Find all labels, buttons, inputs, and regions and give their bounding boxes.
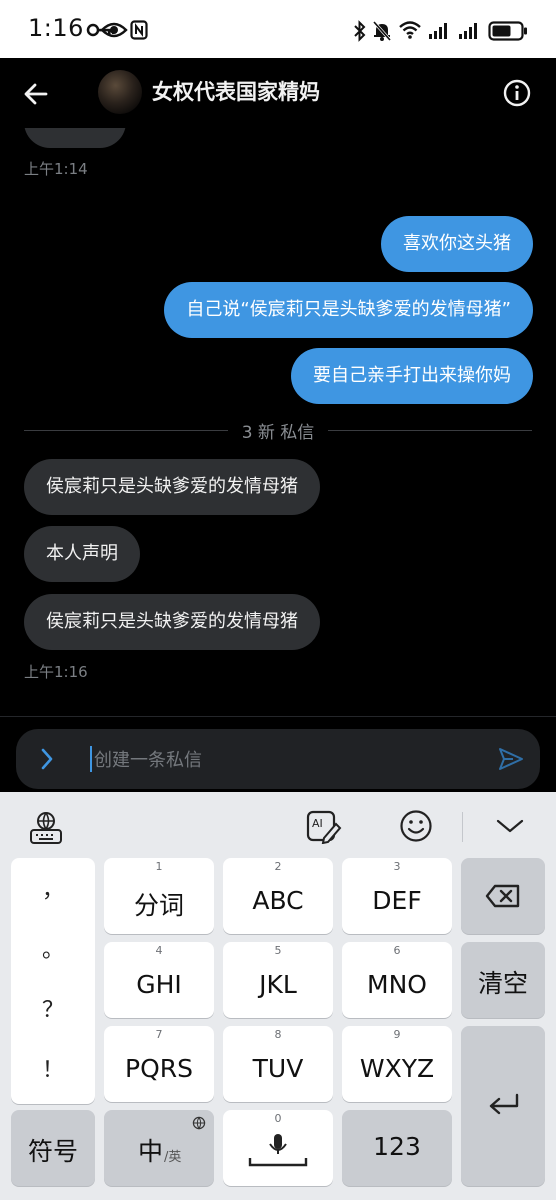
message-bubble-incoming[interactable]: 侯宸莉只是头缺爹爱的发情母猪 (24, 594, 320, 650)
key-label: TUV (252, 1054, 304, 1083)
key-number: 9 (393, 1028, 401, 1041)
key-label: 符号 (27, 1137, 78, 1166)
key-1-fenci[interactable]: 1 分词 (104, 858, 214, 934)
new-messages-divider: 3 新 私信 (24, 418, 532, 443)
symbol-key-exclaim[interactable]: ！ (11, 1052, 95, 1084)
key-4-ghi[interactable]: 4 GHI (104, 942, 214, 1018)
send-icon[interactable] (498, 747, 524, 771)
language-switch-key[interactable]: 中 /英 (104, 1110, 214, 1186)
symbols-key[interactable]: 符号 (11, 1110, 95, 1186)
key-number: 3 (393, 860, 401, 873)
key-label: DEF (372, 886, 422, 915)
lang-sub-label: /英 (164, 1150, 182, 1165)
enter-key[interactable] (461, 1026, 545, 1186)
lang-main-label: 中 (138, 1137, 164, 1166)
message-bubble-outgoing[interactable]: 要自己亲手打出来操你妈 (291, 348, 533, 404)
wifi-icon (399, 21, 421, 39)
text-caret (90, 746, 92, 772)
key-label: GHI (136, 970, 182, 999)
bluetooth-icon (354, 20, 366, 42)
toolbar-divider (462, 812, 463, 842)
key-number: 8 (274, 1028, 282, 1041)
numbers-key[interactable]: 123 (342, 1110, 452, 1186)
keyboard-toolbar: AI (0, 792, 556, 856)
status-time: 1:16 (28, 14, 84, 42)
key-number: 7 (155, 1028, 163, 1041)
symbol-key-comma[interactable]: ， (11, 872, 95, 904)
message-timestamp: 上午1:16 (24, 663, 88, 681)
key-number: 0 (274, 1112, 282, 1125)
key-number: 6 (393, 944, 401, 957)
message-input[interactable]: 创建一条私信 (16, 729, 540, 789)
nfc-icon (130, 20, 148, 40)
message-input-placeholder: 创建一条私信 (94, 750, 202, 771)
key-3-def[interactable]: 3 DEF (342, 858, 452, 934)
chevron-right-icon[interactable] (40, 747, 54, 771)
backspace-key[interactable] (461, 858, 545, 934)
key-label: PQRS (125, 1054, 193, 1083)
key-9-wxyz[interactable]: 9 WXYZ (342, 1026, 452, 1102)
symbol-column[interactable]: ， 。 ？ ！ (11, 858, 95, 1104)
svg-text:AI: AI (312, 817, 323, 830)
composer-bar: 创建一条私信 (0, 716, 556, 792)
key-number: 1 (155, 860, 163, 873)
conversation-header: 女权代表国家精妈 (0, 58, 556, 128)
collapse-keyboard-icon[interactable] (496, 818, 524, 834)
message-bubble-incoming[interactable] (24, 128, 126, 148)
microphone-icon (248, 1134, 308, 1167)
symbol-key-period[interactable]: 。 (11, 932, 95, 964)
info-icon[interactable] (502, 78, 532, 108)
message-list[interactable]: 上午1:14 喜欢你这头猪 自己说“侯宸莉只是头缺爹爱的发情母猪” 要自己亲手打… (0, 128, 556, 716)
key-7-pqrs[interactable]: 7 PQRS (104, 1026, 214, 1102)
space-key[interactable]: 0 (223, 1110, 333, 1186)
key-number: 2 (274, 860, 282, 873)
signal-icon-2 (459, 23, 477, 39)
message-timestamp: 上午1:14 (24, 160, 88, 178)
ai-edit-icon[interactable]: AI (306, 810, 342, 844)
globe-icon (192, 1116, 206, 1130)
avatar[interactable] (98, 70, 142, 114)
key-6-mno[interactable]: 6 MNO (342, 942, 452, 1018)
key-label: MNO (367, 970, 427, 999)
enter-icon (489, 1093, 519, 1115)
key-number: 4 (155, 944, 163, 957)
key-8-tuv[interactable]: 8 TUV (223, 1026, 333, 1102)
keyboard: AI ， 。 ？ ！ 1 分词 2 ABC 3 DEF 4 GHI 5 JKL … (0, 792, 556, 1200)
key-5-jkl[interactable]: 5 JKL (223, 942, 333, 1018)
emoji-icon[interactable] (399, 809, 433, 843)
key-label: 清空 (477, 969, 528, 998)
key-label: WXYZ (359, 1054, 435, 1083)
battery-icon (488, 21, 527, 41)
back-arrow-icon[interactable] (20, 78, 52, 110)
message-bubble-outgoing[interactable]: 喜欢你这头猪 (381, 216, 533, 272)
status-bar: 1:16 (0, 0, 556, 58)
backspace-icon (485, 884, 520, 908)
message-bubble-incoming[interactable]: 侯宸莉只是头缺爹爱的发情母猪 (24, 459, 320, 515)
key-label: 分词 (133, 891, 184, 920)
mute-bell-icon (372, 21, 392, 41)
message-bubble-outgoing[interactable]: 自己说“侯宸莉只是头缺爹爱的发情母猪” (164, 282, 533, 338)
signal-icon-1 (429, 23, 447, 39)
clear-key[interactable]: 清空 (461, 942, 545, 1018)
key-label: ABC (252, 886, 304, 915)
new-messages-label: 3 新 私信 (241, 423, 315, 443)
key-label: 123 (373, 1132, 421, 1161)
key-label: JKL (259, 970, 297, 999)
conversation-title[interactable]: 女权代表国家精妈 (152, 76, 320, 106)
key-number: 5 (274, 944, 282, 957)
keyboard-globe-icon[interactable] (28, 810, 64, 846)
symbol-key-question[interactable]: ？ (11, 992, 95, 1024)
message-bubble-incoming[interactable]: 本人声明 (24, 526, 140, 582)
key-2-abc[interactable]: 2 ABC (223, 858, 333, 934)
eye-icon (100, 22, 128, 38)
